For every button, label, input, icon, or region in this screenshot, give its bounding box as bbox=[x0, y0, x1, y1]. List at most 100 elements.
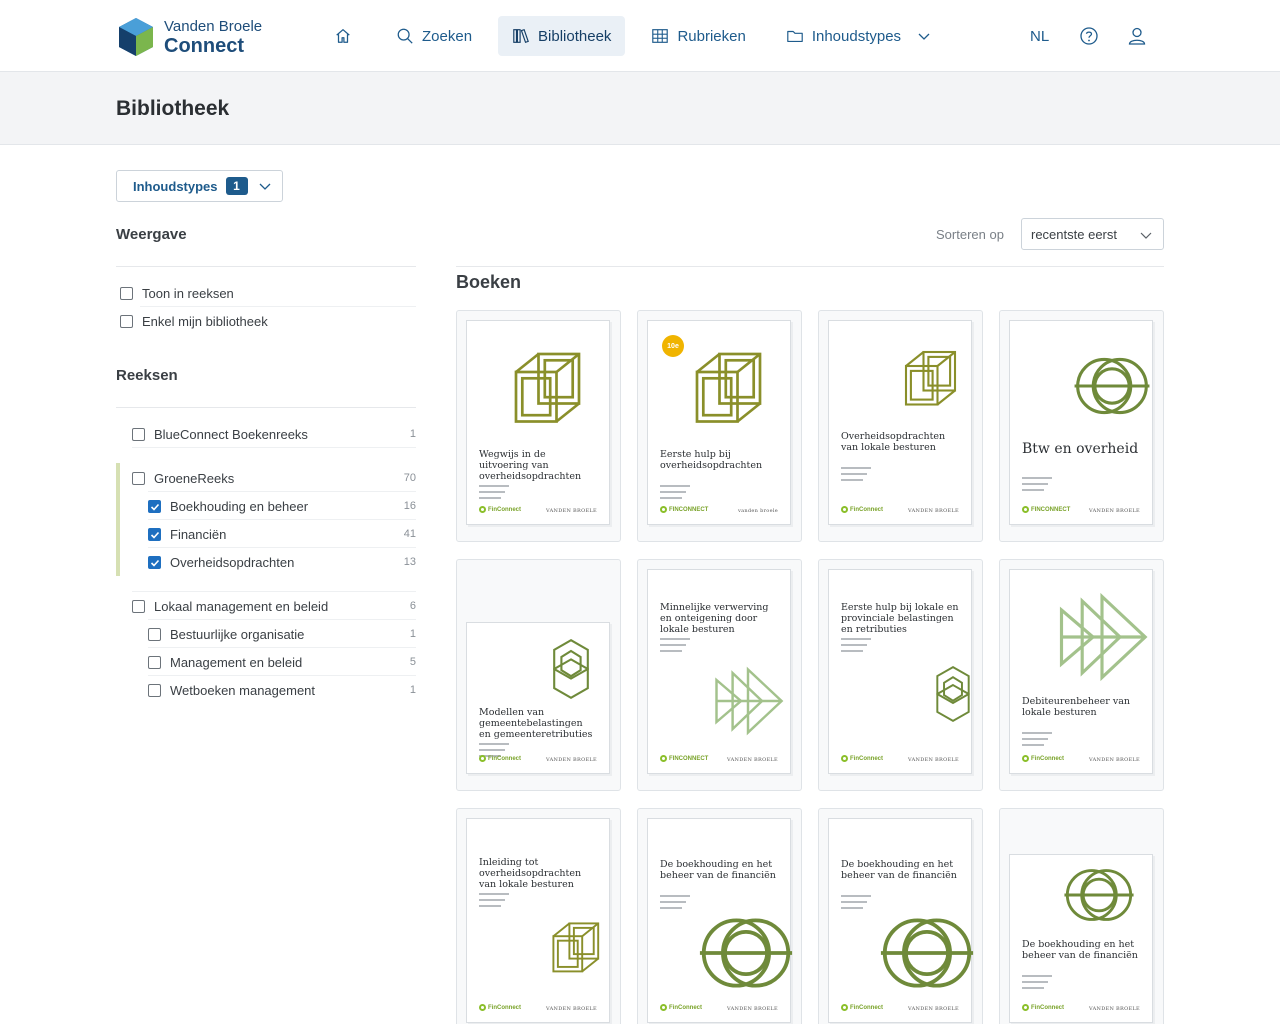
checkbox[interactable] bbox=[132, 472, 145, 485]
divider bbox=[148, 547, 416, 548]
cover-text-line bbox=[479, 905, 501, 907]
publisher-brand-left-text: FinConnect bbox=[488, 755, 521, 762]
series-label: Boekhouding en beheer bbox=[170, 499, 309, 514]
series-count: 1 bbox=[409, 628, 416, 640]
checkbox-checked[interactable] bbox=[148, 500, 161, 513]
cover-text-line bbox=[660, 901, 686, 903]
book-card[interactable]: Btw en overheid FINCONNECT VANDEN BROELE bbox=[999, 310, 1164, 542]
book-card[interactable]: Wegwijs in de uitvoering van overheidsop… bbox=[456, 310, 621, 542]
series-count: 16 bbox=[403, 500, 416, 512]
nav-search[interactable]: Zoeken bbox=[382, 16, 486, 56]
cover-hexagon-art bbox=[553, 638, 589, 700]
checkbox[interactable] bbox=[120, 287, 133, 300]
publisher-brand-left: FinConnect bbox=[841, 755, 883, 762]
checkbox[interactable] bbox=[120, 315, 133, 328]
checkbox-checked[interactable] bbox=[148, 528, 161, 541]
publisher-brand-left: FinConnect bbox=[660, 1004, 702, 1011]
book-cover: De boekhouding en het beheer van de fina… bbox=[828, 818, 974, 1023]
cover-arrows-art bbox=[715, 666, 784, 736]
checkbox[interactable] bbox=[132, 428, 145, 441]
book-title: Eerste hulp bij lokale en provinciale be… bbox=[841, 602, 959, 635]
nav-content-types[interactable]: Inhoudstypes bbox=[772, 16, 945, 56]
checkbox[interactable] bbox=[148, 628, 161, 641]
book-card[interactable]: Inleiding tot overheidsopdrachten van lo… bbox=[456, 808, 621, 1024]
view-option-series[interactable]: Toon in reeksen bbox=[120, 286, 234, 301]
series-lokaal-management[interactable]: Lokaal management en beleid bbox=[132, 599, 328, 614]
cover-cubes-art bbox=[514, 352, 581, 423]
book-cover: Inleiding tot overheidsopdrachten van lo… bbox=[466, 818, 610, 1023]
checkbox-checked[interactable] bbox=[148, 556, 161, 569]
cover-text-line bbox=[841, 479, 863, 481]
book-card[interactable]: De boekhouding en het beheer van de fina… bbox=[999, 808, 1164, 1024]
publisher-brand-right: VANDEN BROELE bbox=[546, 1006, 597, 1012]
series-financien[interactable]: Financiën bbox=[148, 527, 226, 542]
finconnect-logo-icon bbox=[660, 755, 667, 762]
book-title: Btw en overheid bbox=[1022, 441, 1139, 457]
divider bbox=[132, 447, 416, 448]
book-cover: Btw en overheid FINCONNECT VANDEN BROELE bbox=[1009, 320, 1153, 525]
series-count: 1 bbox=[409, 428, 416, 440]
content-types-filter-button[interactable]: Inhoudstypes 1 bbox=[116, 170, 283, 202]
user-icon[interactable] bbox=[1127, 26, 1147, 46]
cover-text-line bbox=[841, 895, 871, 897]
book-card[interactable]: Eerste hulp bij overheidsopdrachten 10e FI… bbox=[637, 310, 802, 542]
book-card[interactable]: Overheidsopdrachten van lokale besturen F… bbox=[818, 310, 983, 542]
series-count: 13 bbox=[403, 556, 416, 568]
series-count: 1 bbox=[409, 684, 416, 696]
content-types-filter-label: Inhoudstypes bbox=[133, 178, 218, 194]
view-option-my-library[interactable]: Enkel mijn bibliotheek bbox=[120, 314, 268, 329]
book-card[interactable]: Debiteurenbeheer van lokale besturen FinC… bbox=[999, 559, 1164, 791]
series-label: Management en beleid bbox=[170, 655, 303, 670]
book-card[interactable]: De boekhouding en het beheer van de fina… bbox=[637, 808, 802, 1024]
checkbox[interactable] bbox=[148, 656, 161, 669]
publisher-brand-left: FINCONNECT bbox=[660, 755, 708, 762]
view-option-label: Toon in reeksen bbox=[142, 286, 234, 301]
cover-text-line bbox=[1022, 732, 1052, 734]
publisher-brand-left-text: FINCONNECT bbox=[669, 755, 709, 762]
divider bbox=[456, 266, 1164, 267]
content-types-filter-count: 1 bbox=[225, 177, 248, 195]
book-card[interactable]: De boekhouding en het beheer van de fina… bbox=[818, 808, 983, 1024]
language-switch[interactable]: NL bbox=[1030, 28, 1049, 45]
book-title: Minnelijke verwerving en onteigening doo… bbox=[660, 602, 769, 635]
series-wetboeken-management[interactable]: Wetboeken management bbox=[148, 683, 315, 698]
publisher-brand-right: VANDEN BROELE bbox=[1089, 508, 1140, 514]
cover-text-line bbox=[841, 907, 863, 909]
utility-nav: NL bbox=[1030, 20, 1147, 52]
checkbox[interactable] bbox=[132, 600, 145, 613]
series-blueconnect[interactable]: BlueConnect Boekenreeks bbox=[132, 427, 308, 442]
book-cover: De boekhouding en het beheer van de fina… bbox=[647, 818, 793, 1023]
nav-home[interactable] bbox=[324, 16, 362, 56]
series-groenereeks[interactable]: GroeneReeks bbox=[132, 471, 234, 486]
publisher-brand-left-text: FinConnect bbox=[488, 506, 521, 513]
nav-rubrieken[interactable]: Rubrieken bbox=[637, 16, 759, 56]
book-card[interactable]: Minnelijke verwerving en onteigening doo… bbox=[637, 559, 802, 791]
book-card[interactable]: Eerste hulp bij lokale en provinciale be… bbox=[818, 559, 983, 791]
publisher-brand-left: FinConnect bbox=[1022, 1004, 1064, 1011]
help-icon[interactable] bbox=[1079, 26, 1099, 46]
cover-circles-art bbox=[1064, 869, 1134, 921]
sort-select[interactable]: recentste eerst bbox=[1021, 218, 1164, 250]
book-title: Modellen van gemeentebelastingen en geme… bbox=[479, 707, 593, 740]
divider bbox=[132, 591, 416, 592]
series-bestuurlijke-organisatie[interactable]: Bestuurlijke organisatie bbox=[148, 627, 304, 642]
cover-arrows-art bbox=[1059, 592, 1148, 682]
book-cover: Eerste hulp bij overheidsopdrachten 10e FI… bbox=[647, 320, 791, 525]
view-option-label: Enkel mijn bibliotheek bbox=[142, 314, 268, 329]
publisher-brand-right: VANDEN BROELE bbox=[908, 1006, 959, 1012]
series-overheidsopdrachten[interactable]: Overheidsopdrachten bbox=[148, 555, 294, 570]
nav-library[interactable]: Bibliotheek bbox=[498, 16, 626, 56]
series-management-en-beleid[interactable]: Management en beleid bbox=[148, 655, 302, 670]
brand-logo[interactable]: Vanden Broele Connect bbox=[116, 15, 286, 59]
publisher-brand-right: VANDEN BROELE bbox=[727, 1006, 778, 1012]
series-boekhouding-en-beheer[interactable]: Boekhouding en beheer bbox=[148, 499, 308, 514]
publisher-brand-left: FinConnect bbox=[479, 1004, 521, 1011]
book-card[interactable]: Modellen van gemeentebelastingen en geme… bbox=[456, 559, 621, 791]
publisher-brand-left: FinConnect bbox=[1022, 755, 1064, 762]
cover-text-line bbox=[660, 497, 682, 499]
cover-text-line bbox=[660, 638, 690, 640]
cover-text-line bbox=[660, 644, 686, 646]
checkbox[interactable] bbox=[148, 684, 161, 697]
series-label: Financiën bbox=[170, 527, 227, 542]
publisher-brand-right: VANDEN BROELE bbox=[908, 508, 959, 514]
